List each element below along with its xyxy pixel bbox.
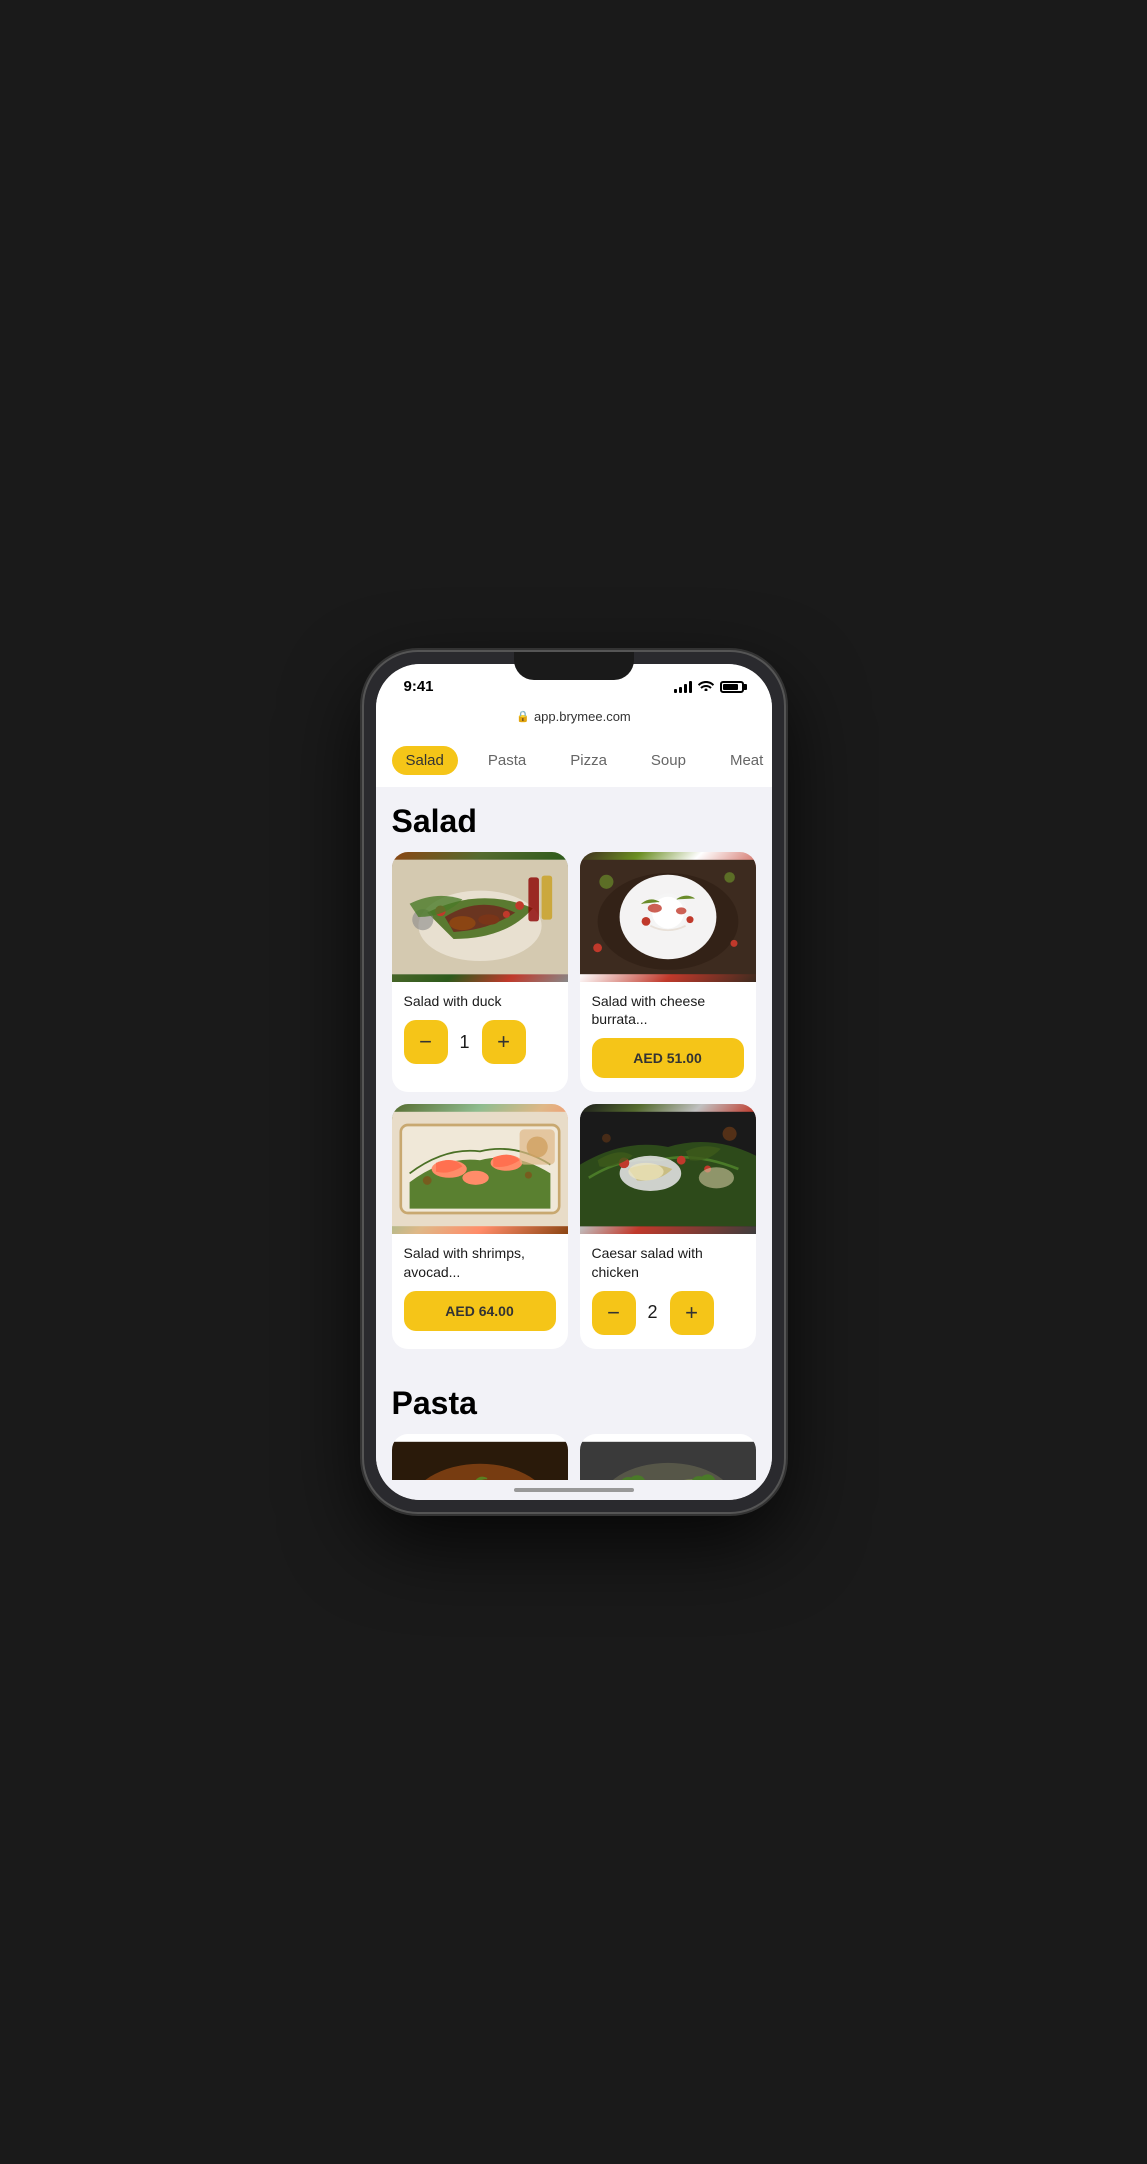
home-bar [514, 1488, 634, 1492]
salad-section-title: Salad [392, 787, 756, 852]
url-text: 🔒 app.brymee.com [396, 709, 752, 724]
food-card-burrata: Salad with cheese burrata... AED 51.00 [580, 852, 756, 1092]
phone-screen: 9:41 [376, 664, 772, 1500]
quantity-duck-value: 1 [460, 1032, 470, 1053]
status-time: 9:41 [404, 678, 434, 695]
food-card-shrimps: Salad with shrimps, avocad... AED 64.00 [392, 1104, 568, 1348]
food-image-pasta-2 [580, 1434, 756, 1480]
food-card-duck: Salad with duck − 1 + [392, 852, 568, 1092]
status-icons [674, 679, 744, 694]
increase-duck-button[interactable]: + [482, 1020, 526, 1064]
url-address: app.brymee.com [534, 709, 631, 724]
food-name-burrata: Salad with cheese burrata... [592, 992, 744, 1028]
tab-pasta[interactable]: Pasta [474, 746, 540, 775]
food-name-duck: Salad with duck [404, 992, 556, 1010]
food-info-duck: Salad with duck [392, 982, 568, 1010]
signal-icon [674, 681, 692, 693]
food-info-shrimps: Salad with shrimps, avocad... [392, 1234, 568, 1280]
food-card-pasta-1: Pasta with seafood [392, 1434, 568, 1480]
phone-wrapper: 9:41 [364, 652, 784, 1512]
notch [514, 652, 634, 680]
food-image-caesar [580, 1104, 756, 1234]
category-tabs: Salad Pasta Pizza Soup Meat [376, 734, 772, 787]
tab-soup[interactable]: Soup [637, 746, 700, 775]
food-name-caesar: Caesar salad with chicken [592, 1244, 744, 1280]
lock-icon: 🔒 [516, 710, 530, 723]
salad-grid: Salad with duck − 1 + [392, 852, 756, 1361]
phone-frame: 9:41 [364, 652, 784, 1512]
price-button-burrata[interactable]: AED 51.00 [592, 1038, 744, 1078]
food-info-burrata: Salad with cheese burrata... [580, 982, 756, 1028]
tab-meat[interactable]: Meat [716, 746, 772, 775]
food-image-pasta-1 [392, 1434, 568, 1480]
food-image-duck [392, 852, 568, 982]
food-card-caesar: Caesar salad with chicken − 2 + [580, 1104, 756, 1348]
increase-caesar-button[interactable]: + [670, 1291, 714, 1335]
url-bar: 🔒 app.brymee.com [376, 703, 772, 734]
decrease-duck-button[interactable]: − [404, 1020, 448, 1064]
food-card-pasta-2: Pasta with shrimp [580, 1434, 756, 1480]
wifi-icon [698, 679, 714, 694]
quantity-control-duck: − 1 + [404, 1020, 556, 1064]
decrease-caesar-button[interactable]: − [592, 1291, 636, 1335]
tab-pizza[interactable]: Pizza [556, 746, 621, 775]
salad-section: Salad [376, 787, 772, 1361]
food-image-shrimps [392, 1104, 568, 1234]
food-name-shrimps: Salad with shrimps, avocad... [404, 1244, 556, 1280]
food-info-caesar: Caesar salad with chicken [580, 1234, 756, 1280]
pasta-section: Pasta [376, 1361, 772, 1480]
tab-salad[interactable]: Salad [392, 746, 458, 775]
price-button-shrimps[interactable]: AED 64.00 [404, 1291, 556, 1331]
pasta-section-title: Pasta [392, 1369, 756, 1434]
battery-icon [720, 681, 744, 693]
home-indicator [376, 1480, 772, 1500]
food-image-burrata [580, 852, 756, 982]
quantity-control-caesar: − 2 + [592, 1291, 744, 1335]
quantity-caesar-value: 2 [648, 1302, 658, 1323]
content-area[interactable]: Salad Pasta Pizza Soup Meat Salad [376, 734, 772, 1480]
pasta-grid: Pasta with seafood [392, 1434, 756, 1480]
